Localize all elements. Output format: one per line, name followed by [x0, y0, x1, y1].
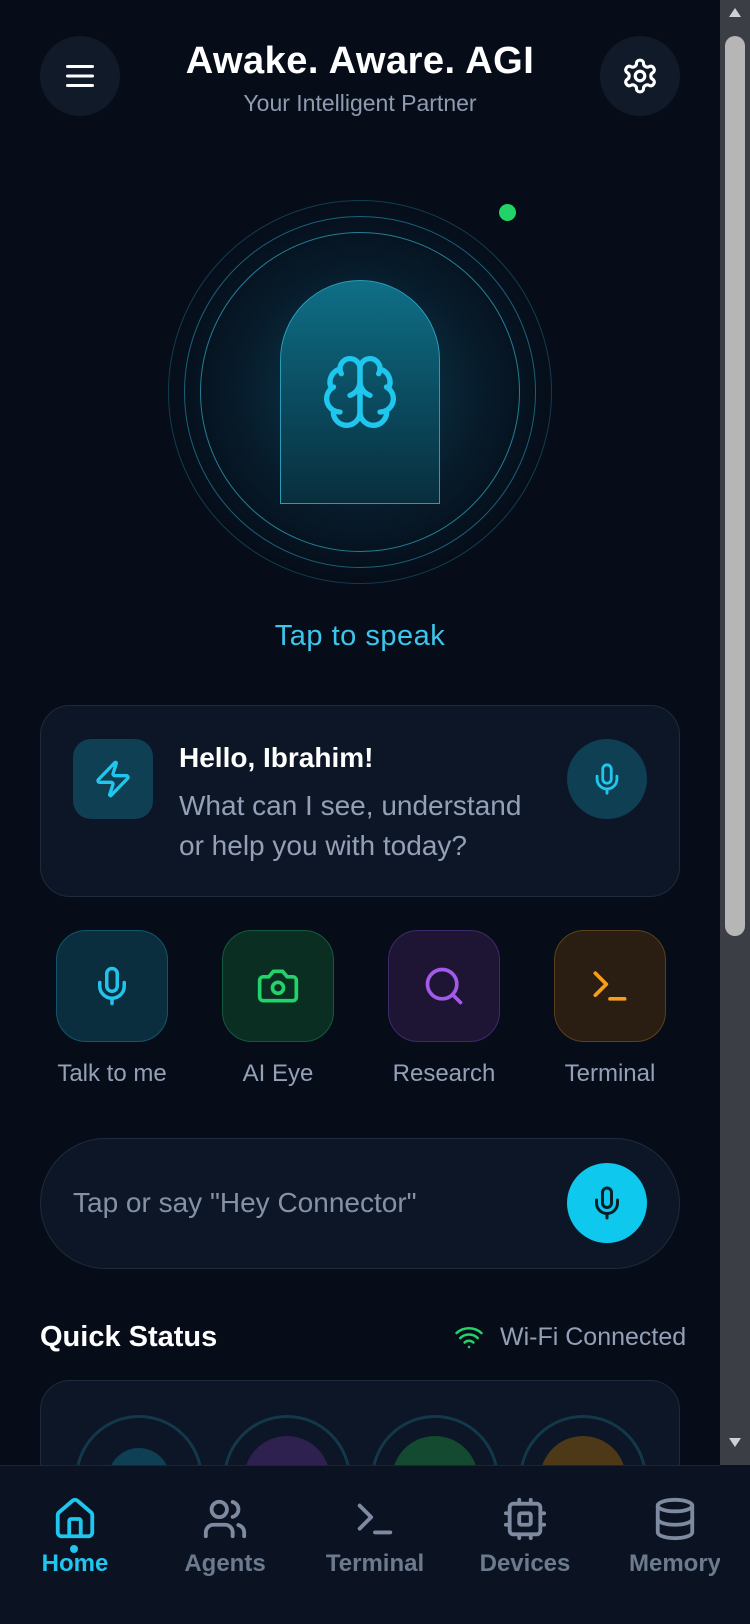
tap-to-speak-label[interactable]: Tap to speak: [0, 620, 720, 653]
scrollbar[interactable]: [720, 0, 750, 1465]
scroll-down-arrow-icon[interactable]: [729, 1438, 741, 1447]
nav-active-indicator: [70, 1545, 78, 1553]
nav-item-terminal[interactable]: Terminal: [310, 1496, 440, 1576]
action-label: Research: [392, 1060, 496, 1087]
action-research[interactable]: Research: [388, 930, 500, 1088]
nav-label: Home: [41, 1550, 109, 1576]
gear-icon: [624, 58, 656, 94]
terminal-icon: [357, 1503, 393, 1535]
microphone-icon: [98, 966, 126, 1006]
app-screen: Awake. Aware. AGI Your Intelligent Partn…: [0, 0, 720, 1624]
wifi-status: Wi-Fi Connected: [454, 1322, 686, 1352]
scroll-up-arrow-icon[interactable]: [729, 8, 741, 17]
nav-item-agents[interactable]: Agents: [160, 1496, 290, 1576]
database-icon: [655, 1497, 695, 1541]
microphone-icon: [595, 763, 619, 795]
microphone-icon: [595, 1186, 619, 1220]
wifi-icon: [455, 1327, 483, 1349]
greeting-card: Hello, Ibrahim! What can I see, understa…: [40, 705, 680, 897]
greeting-icon-box: [73, 739, 153, 819]
action-terminal[interactable]: Terminal: [554, 930, 666, 1088]
command-bar: [40, 1138, 680, 1269]
command-input[interactable]: [73, 1175, 533, 1231]
action-terminal-box[interactable]: [554, 930, 666, 1042]
nav-label: Terminal: [325, 1550, 425, 1576]
bottom-navigation: Home Agents Terminal Devices Memory: [0, 1465, 720, 1624]
action-ai-eye[interactable]: AI Eye: [222, 930, 334, 1088]
action-label: Talk to me: [57, 1060, 167, 1087]
brain-icon: [324, 356, 396, 428]
action-talk-box[interactable]: [56, 930, 168, 1042]
action-talk-to-me[interactable]: Talk to me: [56, 930, 168, 1088]
action-label: Terminal: [564, 1060, 656, 1087]
greeting-title: Hello, Ibrahim!: [179, 742, 374, 773]
settings-button[interactable]: [600, 36, 680, 116]
greeting-message: What can I see, understand or help you w…: [179, 790, 522, 861]
terminal-icon: [593, 971, 627, 1001]
action-research-box[interactable]: [388, 930, 500, 1042]
online-status-dot: [499, 204, 516, 221]
users-icon: [203, 1499, 247, 1539]
nav-label: Agents: [184, 1550, 266, 1576]
quick-status-title: Quick Status: [40, 1321, 218, 1353]
command-mic-button[interactable]: [567, 1163, 647, 1243]
home-icon: [55, 1497, 95, 1539]
search-icon: [425, 967, 463, 1005]
nav-item-memory[interactable]: Memory: [610, 1496, 720, 1576]
wifi-status-label: Wi-Fi Connected: [500, 1322, 687, 1351]
scrollbar-thumb[interactable]: [725, 36, 745, 936]
chip-icon: [503, 1497, 547, 1541]
greeting-mic-button[interactable]: [567, 739, 647, 819]
lightning-bolt-icon: [96, 760, 130, 798]
nav-item-devices[interactable]: Devices: [460, 1496, 590, 1576]
nav-label: Memory: [628, 1550, 720, 1576]
action-eye-box[interactable]: [222, 930, 334, 1042]
nav-item-home[interactable]: Home: [10, 1496, 140, 1576]
scrollbar-corner: [720, 1465, 750, 1624]
camera-icon: [257, 969, 299, 1003]
action-label: AI Eye: [242, 1060, 314, 1087]
nav-label: Devices: [479, 1550, 571, 1576]
